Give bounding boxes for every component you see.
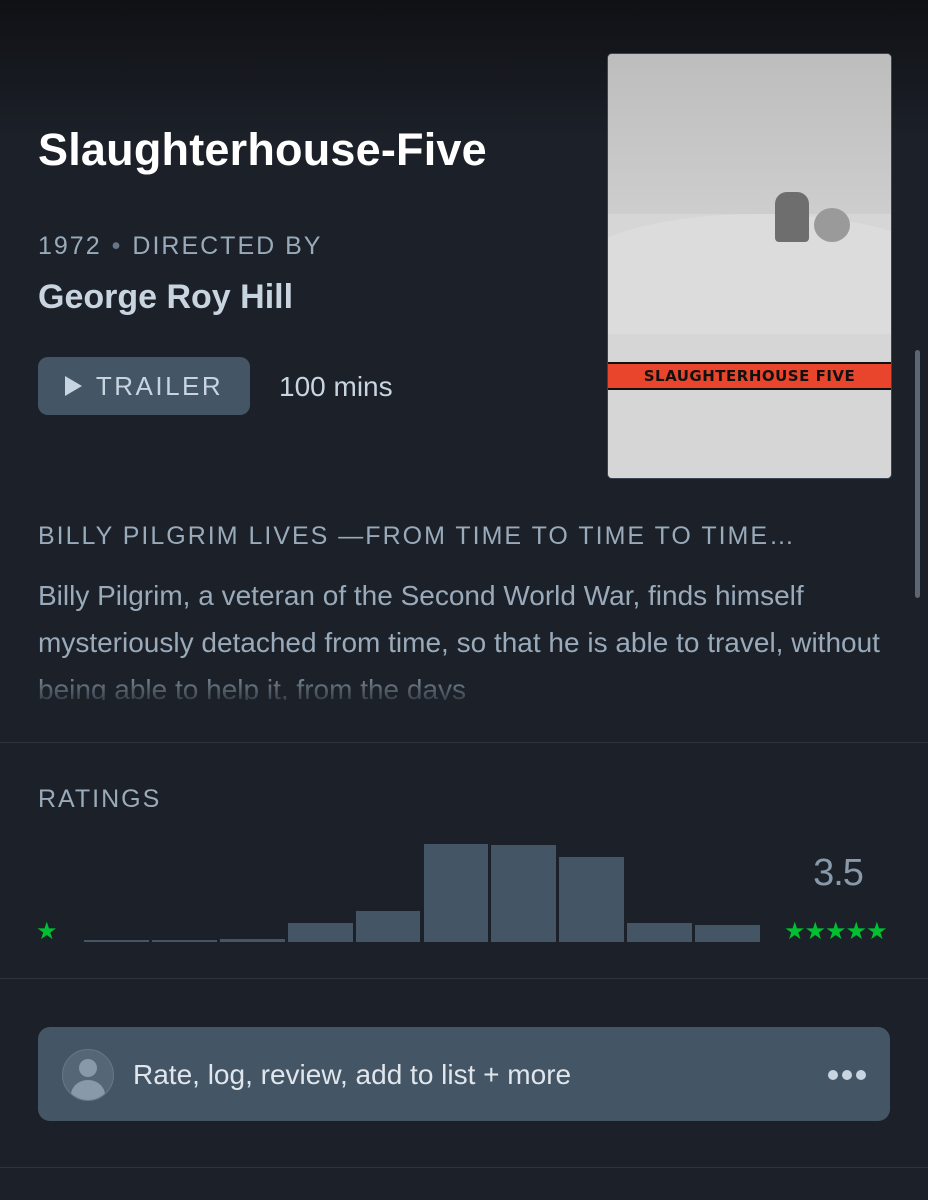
section-divider (0, 742, 928, 743)
film-tagline: BILLY PILGRIM LIVES —FROM TIME TO TIME T… (38, 522, 797, 550)
ellipsis-icon[interactable] (828, 1070, 866, 1080)
rate-log-review-button[interactable]: Rate, log, review, add to list + more (38, 1027, 890, 1121)
histogram-bar[interactable] (695, 924, 760, 942)
poster-hill (608, 214, 891, 334)
poster-sky (608, 54, 891, 229)
poster-figure (775, 192, 809, 242)
poster-title-banner: SLAUGHTERHOUSE FIVE (608, 362, 891, 390)
histogram-bar[interactable] (559, 857, 625, 942)
min-rating-star-icon: ★ (36, 918, 58, 945)
histogram-bar[interactable] (219, 938, 285, 942)
ratings-histogram[interactable] (84, 840, 760, 942)
ellipsis-dot (856, 1070, 866, 1080)
scrollbar[interactable] (915, 350, 920, 598)
user-avatar-icon (62, 1049, 114, 1101)
histogram-bar[interactable] (627, 922, 693, 942)
directed-by-label: DIRECTED BY (132, 232, 323, 260)
section-divider (0, 1167, 928, 1168)
trailer-button[interactable]: TRAILER (38, 357, 250, 415)
action-bar-label: Rate, log, review, add to list + more (133, 1059, 572, 1090)
avatar-body (71, 1080, 105, 1100)
histogram-bar[interactable] (423, 844, 489, 942)
histogram-bar[interactable] (355, 911, 421, 942)
runtime: 100 mins (279, 371, 393, 402)
poster-bush (814, 208, 850, 242)
histogram-bar[interactable] (84, 939, 149, 942)
ellipsis-dot (842, 1070, 852, 1080)
play-icon (64, 376, 82, 396)
trailer-label: TRAILER (95, 370, 224, 401)
max-rating-stars-icon: ★★★★★ (784, 918, 888, 945)
poster-title-text: SLAUGHTERHOUSE FIVE (643, 367, 856, 385)
histogram-bar[interactable] (491, 845, 557, 942)
film-poster[interactable]: SLAUGHTERHOUSE FIVE (607, 53, 892, 479)
film-meta: 1972 • DIRECTED BY (38, 232, 322, 261)
average-rating[interactable]: 3.5 (800, 852, 876, 895)
avatar-head (79, 1059, 97, 1077)
histogram-bar[interactable] (287, 922, 353, 942)
separator-dot: • (111, 232, 123, 260)
section-divider (0, 978, 928, 979)
director-name[interactable]: George Roy Hill (38, 278, 293, 317)
histogram-bar[interactable] (151, 939, 217, 942)
ratings-heading: RATINGS (38, 785, 162, 813)
release-year[interactable]: 1972 (38, 232, 102, 260)
synopsis-fade (0, 666, 928, 706)
ellipsis-dot (828, 1070, 838, 1080)
film-title: Slaughterhouse-Five (38, 124, 487, 175)
